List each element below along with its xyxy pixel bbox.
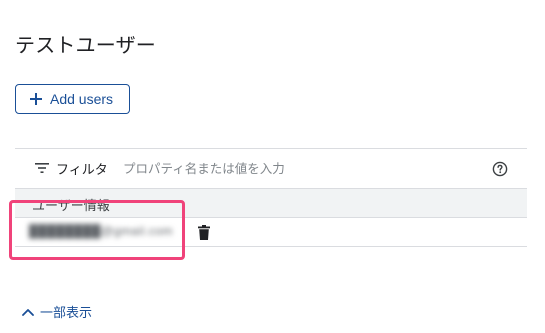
add-users-button[interactable]: Add users xyxy=(15,84,130,114)
plus-icon xyxy=(30,93,42,105)
help-icon[interactable] xyxy=(492,161,508,177)
user-email: ████████@gmail.com xyxy=(29,224,173,238)
filter-bar: フィルタ xyxy=(15,148,527,189)
page-title: テストユーザー xyxy=(15,33,156,57)
show-less-label: 一部表示 xyxy=(40,306,93,321)
test-users-panel: テストユーザー Add users フィルタ ユーザー情報 ████████@g… xyxy=(0,0,545,333)
table-row: ████████@gmail.com xyxy=(15,218,527,247)
add-users-label: Add users xyxy=(50,91,114,107)
filter-icon[interactable] xyxy=(35,162,49,174)
filter-input[interactable] xyxy=(123,157,483,179)
chevron-up-icon xyxy=(22,308,34,316)
filter-label[interactable]: フィルタ xyxy=(56,159,108,178)
show-less-toggle[interactable]: 一部表示 xyxy=(22,302,92,321)
table-header: ユーザー情報 xyxy=(15,189,527,218)
trash-icon[interactable] xyxy=(197,225,211,240)
column-header-user-info[interactable]: ユーザー情報 xyxy=(32,195,110,214)
